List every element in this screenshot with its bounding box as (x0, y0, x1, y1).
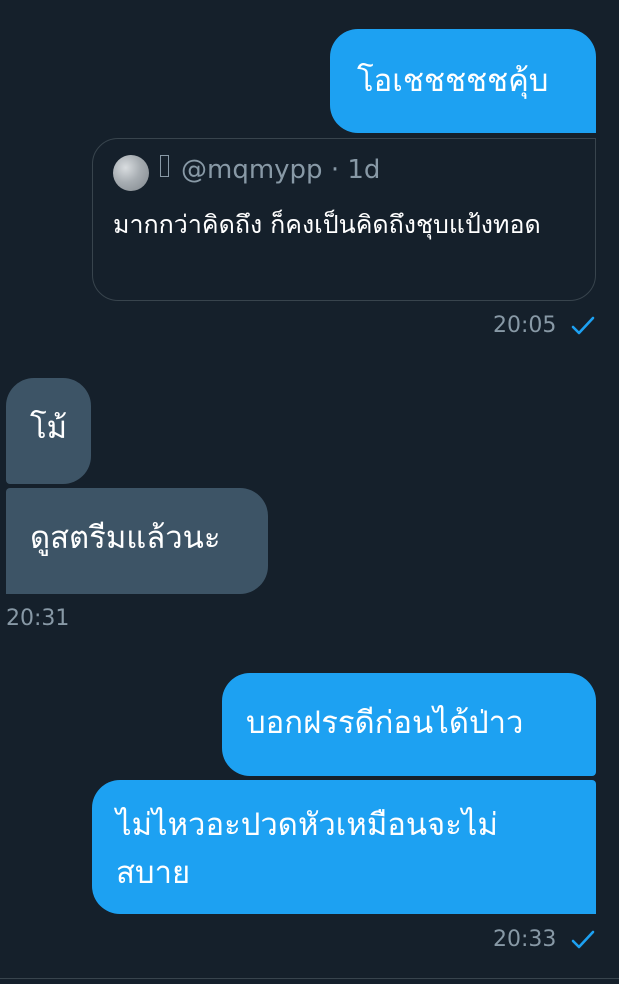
message-timestamp: 20:05 (493, 313, 557, 338)
quoted-tweet-text: มากกว่าคิดถึง ก็คงเป็นคิดถึงชุบแป้งทอด (113, 210, 541, 239)
message-text: ไม่ไหวอะปวดหัวเหมือนจะไม่สบาย (116, 807, 498, 891)
check-icon (571, 316, 595, 335)
message-text: ดูสตรีมแล้วนะ (30, 520, 221, 556)
quoted-tweet-handle: @mqmypp · 1d (181, 155, 381, 185)
received-message[interactable]: โม้ (6, 378, 91, 484)
missing-glyph-icon (160, 155, 169, 177)
composer-divider (0, 978, 619, 979)
sent-message[interactable]: ไม่ไหวอะปวดหัวเหมือนจะไม่สบาย (92, 780, 596, 914)
sent-message[interactable]: โอเชชชชชคุ้บ (330, 29, 596, 133)
avatar (113, 155, 149, 191)
message-timestamp: 20:31 (6, 606, 70, 631)
received-message[interactable]: ดูสตรีมแล้วนะ (6, 488, 268, 594)
quoted-tweet-card[interactable]: @mqmypp · 1d มากกว่าคิดถึง ก็คงเป็นคิดถึ… (92, 138, 596, 301)
check-icon (571, 930, 595, 949)
message-timestamp: 20:33 (493, 927, 557, 952)
message-text: บอกฝรรดีก่อนได้ป่าว (246, 705, 524, 741)
sent-message[interactable]: บอกฝรรดีก่อนได้ป่าว (222, 673, 596, 776)
message-text: โม้ (30, 410, 68, 446)
message-text: โอเชชชชชคุ้บ (357, 63, 549, 99)
